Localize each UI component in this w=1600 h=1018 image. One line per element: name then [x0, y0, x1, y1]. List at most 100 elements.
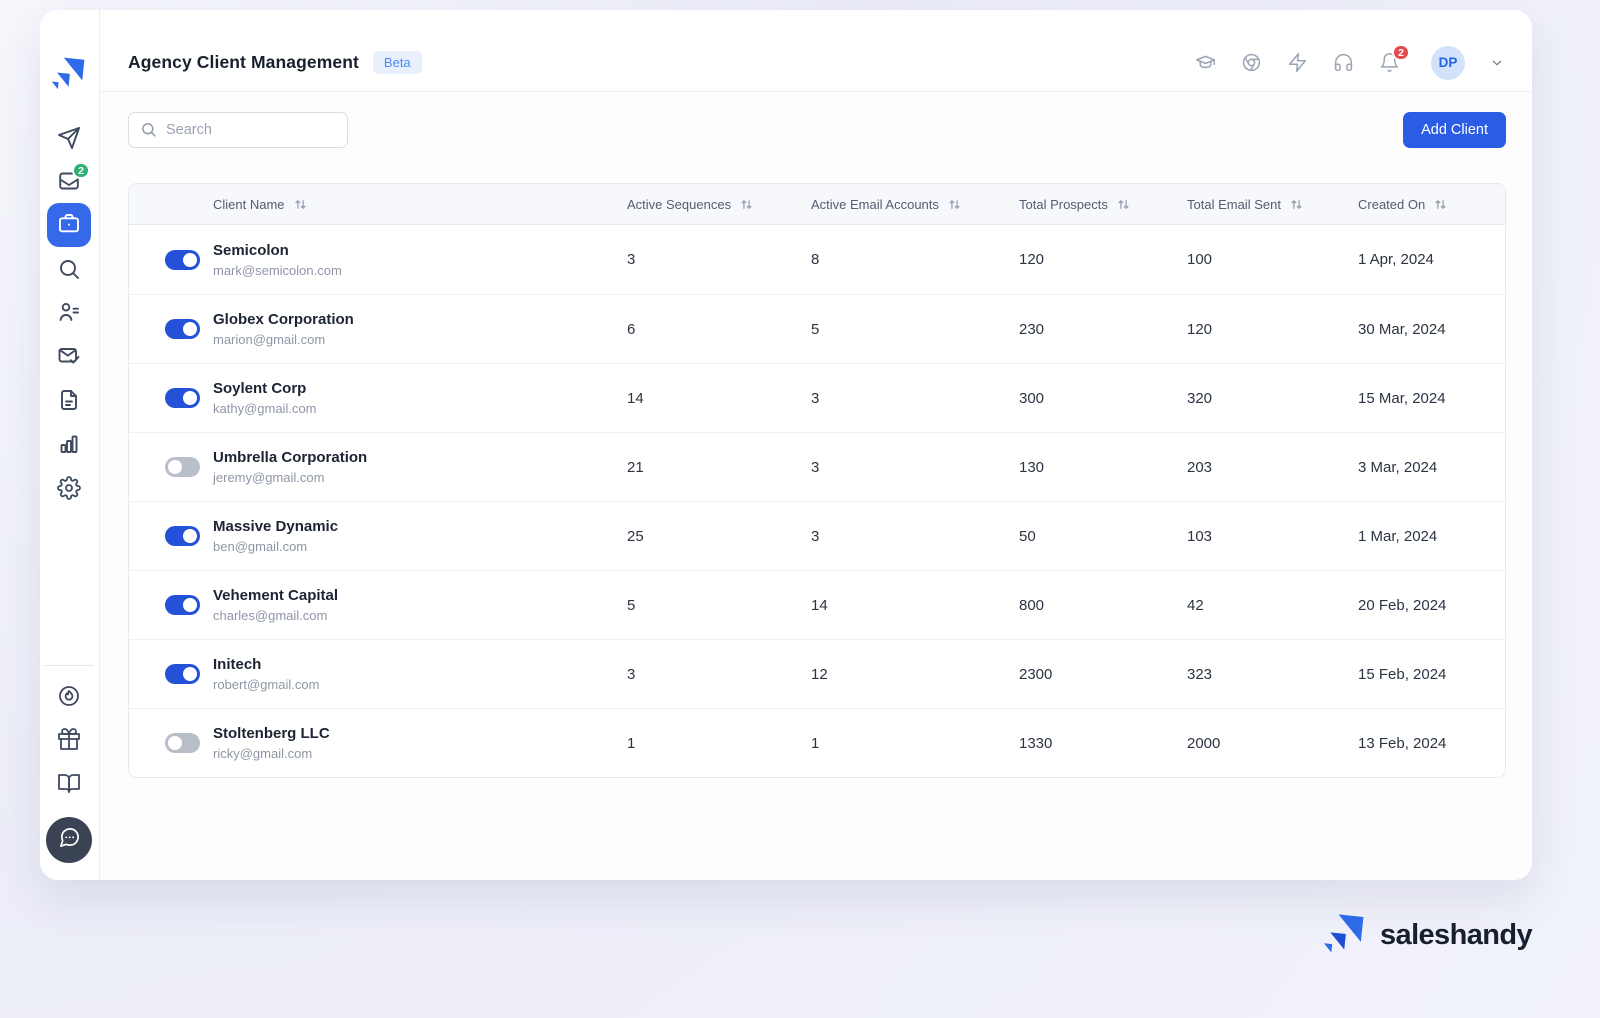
client-email: ricky@gmail.com	[213, 746, 627, 761]
active-sequences-value: 3	[627, 666, 811, 683]
sidebar-item-docs[interactable]	[57, 771, 81, 795]
sidebar-item-whats-new[interactable]	[57, 684, 81, 708]
client-name: Vehement Capital	[213, 587, 627, 604]
client-name-cell: Globex Corporation marion@gmail.com	[213, 311, 627, 347]
client-toggle[interactable]	[165, 733, 200, 753]
support-button[interactable]	[1333, 52, 1354, 73]
active-sequences-value: 25	[627, 528, 811, 545]
toggle-cell	[129, 526, 213, 546]
inbox-count-badge: 2	[72, 162, 90, 179]
table-row[interactable]: Vehement Capital charles@gmail.com 5 14 …	[129, 570, 1505, 639]
sidebar-item-reports[interactable]	[57, 432, 81, 456]
client-toggle[interactable]	[165, 457, 200, 477]
client-name: Semicolon	[213, 242, 627, 259]
sidebar-item-templates[interactable]	[57, 388, 81, 412]
table-row[interactable]: Semicolon mark@semicolon.com 3 8 120 100…	[129, 225, 1505, 294]
toggle-cell	[129, 664, 213, 684]
table-row[interactable]: Initech robert@gmail.com 3 12 2300 323 1…	[129, 639, 1505, 708]
column-header-active-sequences[interactable]: Active Sequences	[627, 197, 811, 212]
brand-logo-icon	[51, 54, 89, 92]
avatar[interactable]: DP	[1431, 46, 1465, 80]
column-label: Active Sequences	[627, 197, 731, 212]
column-label: Created On	[1358, 197, 1425, 212]
search-box	[128, 112, 348, 148]
sidebar-item-clients[interactable]	[47, 203, 91, 247]
toggle-cell	[129, 319, 213, 339]
notifications-button[interactable]: 2	[1379, 52, 1400, 73]
sidebar-item-email-verification[interactable]	[57, 344, 81, 368]
total-email-sent-value: 100	[1187, 251, 1358, 268]
document-icon	[57, 388, 81, 412]
academy-button[interactable]	[1195, 52, 1216, 73]
created-on-value: 15 Feb, 2024	[1358, 666, 1506, 683]
total-email-sent-value: 103	[1187, 528, 1358, 545]
table-row[interactable]: Soylent Corp kathy@gmail.com 14 3 300 32…	[129, 363, 1505, 432]
chevron-down-icon[interactable]	[1490, 56, 1504, 70]
toggle-cell	[129, 250, 213, 270]
upgrade-button[interactable]	[1287, 52, 1308, 73]
client-toggle[interactable]	[165, 250, 200, 270]
client-name: Globex Corporation	[213, 311, 627, 328]
client-toggle[interactable]	[165, 388, 200, 408]
active-email-accounts-value: 3	[811, 459, 1019, 476]
total-prospects-value: 130	[1019, 459, 1187, 476]
app-window: 2	[40, 10, 1532, 880]
sidebar-item-settings[interactable]	[57, 476, 81, 500]
briefcase-icon	[57, 211, 81, 240]
total-prospects-value: 50	[1019, 528, 1187, 545]
column-label: Active Email Accounts	[811, 197, 939, 212]
chat-support-button[interactable]	[46, 817, 92, 863]
column-header-total-prospects[interactable]: Total Prospects	[1019, 197, 1187, 212]
sort-icon	[294, 198, 307, 211]
search-input[interactable]	[128, 112, 348, 148]
client-name-cell: Massive Dynamic ben@gmail.com	[213, 518, 627, 554]
sidebar-item-rewards[interactable]	[57, 727, 81, 751]
beta-badge: Beta	[373, 51, 422, 74]
brand-logo-icon	[1323, 910, 1369, 961]
page: 2	[0, 0, 1600, 1018]
active-email-accounts-value: 5	[811, 321, 1019, 338]
toggle-knob	[168, 460, 182, 474]
chrome-icon	[1241, 52, 1262, 73]
flame-icon	[57, 684, 81, 708]
column-label: Total Email Sent	[1187, 197, 1281, 212]
main-content: Add Client Client Name Active Sequences …	[100, 92, 1532, 880]
sidebar-item-leads[interactable]	[57, 300, 81, 324]
table-row[interactable]: Massive Dynamic ben@gmail.com 25 3 50 10…	[129, 501, 1505, 570]
sidebar: 2	[40, 10, 100, 880]
sidebar-item-outreach[interactable]	[57, 126, 81, 150]
client-name: Soylent Corp	[213, 380, 627, 397]
sidebar-item-search[interactable]	[57, 257, 81, 281]
active-sequences-value: 1	[627, 735, 811, 752]
client-toggle[interactable]	[165, 664, 200, 684]
user-list-icon	[57, 300, 81, 324]
client-name: Initech	[213, 656, 627, 673]
notification-count-badge: 2	[1392, 44, 1410, 61]
column-label: Client Name	[213, 197, 285, 212]
column-header-created-on[interactable]: Created On	[1358, 197, 1506, 212]
column-header-active-email-accounts[interactable]: Active Email Accounts	[811, 197, 1019, 212]
created-on-value: 15 Mar, 2024	[1358, 390, 1506, 407]
client-name-cell: Initech robert@gmail.com	[213, 656, 627, 692]
client-email: mark@semicolon.com	[213, 263, 627, 278]
table-row[interactable]: Stoltenberg LLC ricky@gmail.com 1 1 1330…	[129, 708, 1505, 777]
toggle-knob	[183, 667, 197, 681]
created-on-value: 30 Mar, 2024	[1358, 321, 1506, 338]
table-row[interactable]: Umbrella Corporation jeremy@gmail.com 21…	[129, 432, 1505, 501]
toggle-knob	[183, 322, 197, 336]
graduation-cap-icon	[1195, 52, 1216, 73]
client-toggle[interactable]	[165, 595, 200, 615]
extension-button[interactable]	[1241, 52, 1262, 73]
page-title: Agency Client Management	[128, 52, 359, 73]
sidebar-item-inbox[interactable]: 2	[57, 169, 81, 193]
column-label: Total Prospects	[1019, 197, 1108, 212]
client-toggle[interactable]	[165, 526, 200, 546]
active-email-accounts-value: 12	[811, 666, 1019, 683]
client-toggle[interactable]	[165, 319, 200, 339]
brand-name: saleshandy	[1380, 919, 1532, 952]
column-header-client-name[interactable]: Client Name	[213, 197, 627, 212]
table-row[interactable]: Globex Corporation marion@gmail.com 6 5 …	[129, 294, 1505, 363]
column-header-total-email-sent[interactable]: Total Email Sent	[1187, 197, 1358, 212]
add-client-button[interactable]: Add Client	[1403, 112, 1506, 148]
active-sequences-value: 6	[627, 321, 811, 338]
